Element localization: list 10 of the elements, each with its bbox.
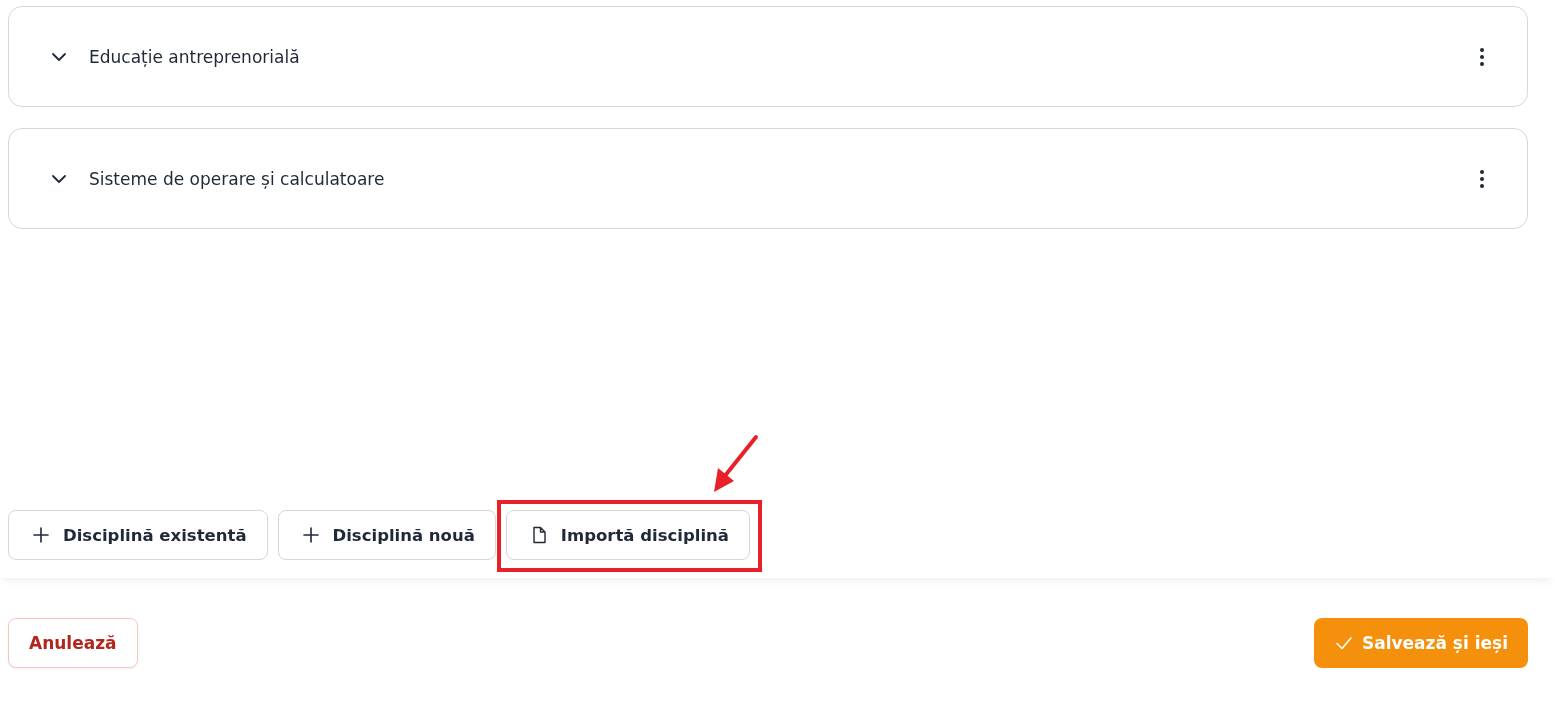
cancel-button[interactable]: Anulează — [8, 617, 138, 668]
action-button[interactable]: Disciplină nouă — [277, 510, 496, 560]
action-button[interactable]: Disciplină existentă — [8, 510, 268, 560]
discipline-name: Educație antreprenorială — [89, 46, 301, 67]
more-icon[interactable] — [1479, 168, 1485, 189]
more-icon[interactable] — [1479, 46, 1485, 67]
action-button[interactable]: Importă disciplină — [505, 510, 750, 560]
plus-icon — [31, 525, 51, 545]
plus-icon — [300, 525, 321, 545]
discipline-name: Sisteme de operare și calculatoare — [89, 168, 386, 189]
